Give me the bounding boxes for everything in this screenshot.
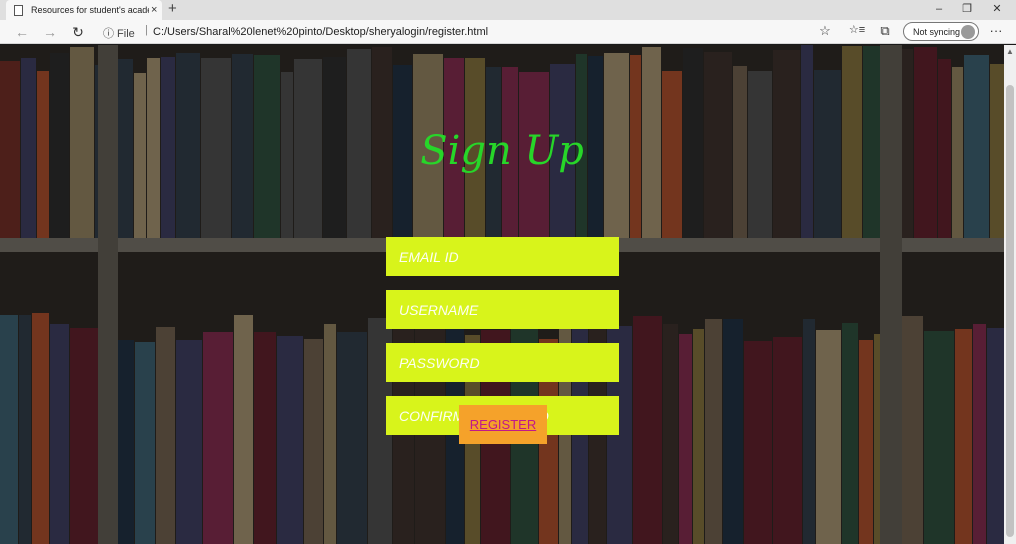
more-menu-icon[interactable]: ··· (987, 23, 1005, 38)
page-icon (14, 4, 23, 16)
page-scrollbar[interactable]: ▲ (1004, 45, 1016, 544)
url-separator: | (145, 24, 148, 36)
register-button[interactable]: REGISTER (459, 405, 547, 444)
new-tab-button[interactable]: + (168, 0, 177, 20)
favorite-star-icon[interactable]: ☆ (816, 23, 834, 39)
scroll-up-arrow-icon[interactable]: ▲ (1006, 47, 1014, 56)
url-field[interactable]: C:/Users/Sharal%20lenet%20pinto/Desktop/… (153, 26, 488, 38)
site-info-button[interactable]: ⓘ File (103, 25, 135, 41)
window-close-button[interactable]: ✕ (980, 0, 1014, 20)
collections-icon[interactable]: ⧉ (876, 23, 894, 39)
password-field[interactable] (386, 343, 619, 382)
tab-strip: Resources for student's academic × + – ❐… (0, 0, 1016, 20)
close-tab-icon[interactable]: × (151, 4, 157, 16)
restore-button[interactable]: ❐ (950, 0, 984, 20)
tab-title: Resources for student's academic (31, 5, 149, 15)
sync-label: Not syncing (913, 26, 961, 37)
favorites-icon[interactable]: ☆≡ (848, 23, 866, 36)
back-button[interactable]: ← (12, 20, 32, 44)
forward-button[interactable]: → (40, 20, 60, 44)
avatar-icon (961, 25, 975, 39)
signup-title: Sign Up (420, 128, 584, 174)
profile-sync-button[interactable]: Not syncing (903, 22, 979, 41)
refresh-button[interactable]: ↻ (68, 20, 88, 44)
scrollbar-thumb[interactable] (1006, 85, 1014, 537)
page-viewport: Sign Up REGISTER (0, 45, 1004, 544)
address-bar: ← → ↻ ⓘ File | C:/Users/Sharal%20lenet%2… (0, 20, 1016, 44)
username-field[interactable] (386, 290, 619, 329)
email-field[interactable] (386, 237, 619, 276)
browser-tab[interactable]: Resources for student's academic × (6, 0, 162, 20)
